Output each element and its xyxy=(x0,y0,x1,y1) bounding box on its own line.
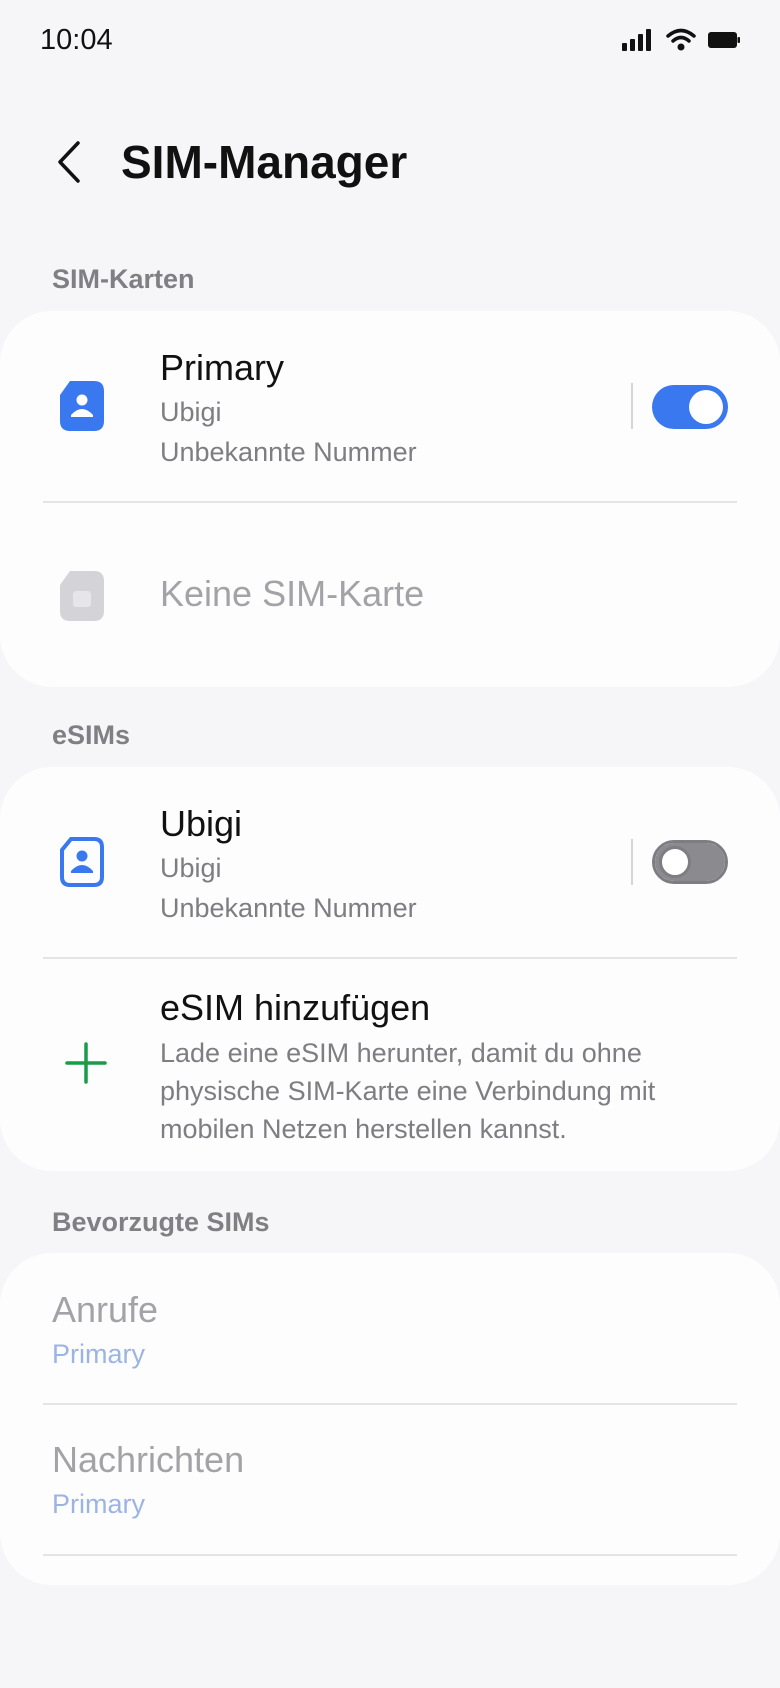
preferred-calls-row[interactable]: Anrufe Primary xyxy=(0,1253,780,1403)
wifi-icon xyxy=(666,28,696,51)
esim-icon xyxy=(60,837,104,887)
add-esim-description-line: physische SIM-Karte eine Verbindung mit xyxy=(160,1076,656,1106)
preferred-messages-value: Primary xyxy=(52,1489,145,1519)
sim-primary-toggle[interactable] xyxy=(652,385,728,429)
sim-primary-row[interactable]: Primary Ubigi Unbekannte Nummer xyxy=(0,311,780,501)
section-label-sim-cards: SIM-Karten xyxy=(52,264,195,294)
esim-ubigi-toggle[interactable] xyxy=(652,840,728,884)
status-icons xyxy=(622,28,740,52)
sim-empty-slot-row: Keine SIM-Karte xyxy=(0,503,780,687)
plus-icon xyxy=(65,1042,107,1084)
section-label-esims: eSIMs xyxy=(52,720,131,750)
add-esim-description-line: Lade eine eSIM herunter, damit du ohne xyxy=(160,1038,642,1068)
signal-icon xyxy=(622,29,651,51)
divider xyxy=(43,1554,737,1556)
preferred-messages-title: Nachrichten xyxy=(52,1439,245,1480)
sim-empty-slot-title: Keine SIM-Karte xyxy=(160,573,425,614)
sim-card-empty-icon xyxy=(60,571,104,621)
page-title: SIM-Manager xyxy=(121,136,408,188)
preferred-messages-row[interactable]: Nachrichten Primary xyxy=(0,1405,780,1555)
esims-card: Ubigi Ubigi Unbekannte Nummer eSIM hinzu… xyxy=(0,767,780,1171)
toggle-separator xyxy=(631,839,633,885)
preferred-calls-title: Anrufe xyxy=(52,1289,159,1330)
back-button[interactable] xyxy=(44,134,94,190)
esim-ubigi-row[interactable]: Ubigi Ubigi Unbekannte Nummer xyxy=(0,767,780,957)
sim-cards-card: Primary Ubigi Unbekannte Nummer Keine SI… xyxy=(0,311,780,687)
preferred-calls-value: Primary xyxy=(52,1339,145,1369)
preferred-sims-card: Anrufe Primary Nachrichten Primary xyxy=(0,1253,780,1585)
battery-icon xyxy=(708,32,740,48)
chevron-left-icon xyxy=(58,141,80,183)
esim-ubigi-title: Ubigi xyxy=(160,803,243,844)
sim-primary-title: Primary xyxy=(160,347,284,388)
add-esim-description-line: mobilen Netzen herstellen kannst. xyxy=(160,1114,567,1144)
sim-primary-carrier: Ubigi xyxy=(160,397,222,427)
add-esim-row[interactable]: eSIM hinzufügen Lade eine eSIM herunter,… xyxy=(0,959,780,1171)
sim-primary-number: Unbekannte Nummer xyxy=(160,437,417,467)
section-label-preferred-sims: Bevorzugte SIMs xyxy=(52,1207,270,1237)
sim-card-icon xyxy=(60,381,104,431)
esim-ubigi-carrier: Ubigi xyxy=(160,853,222,883)
toggle-separator xyxy=(631,383,633,429)
status-time: 10:04 xyxy=(40,24,113,56)
add-esim-title: eSIM hinzufügen xyxy=(160,987,431,1028)
esim-ubigi-number: Unbekannte Nummer xyxy=(160,893,417,923)
